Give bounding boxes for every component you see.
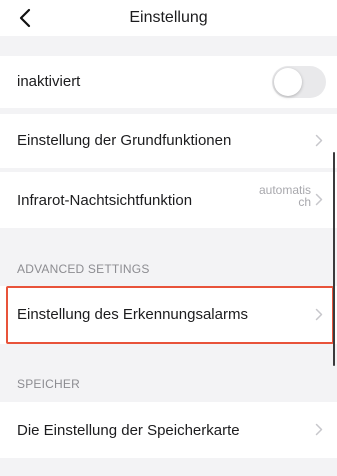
chevron-right-icon	[315, 134, 323, 147]
inactive-toggle[interactable]	[272, 66, 326, 98]
toggle-knob	[274, 68, 302, 96]
memory-card-row[interactable]: Die Einstellung der Speicherkarte	[0, 402, 337, 458]
chevron-right-icon	[315, 308, 323, 321]
detection-alarm-label: Einstellung des Erkennungsalarms	[17, 306, 248, 323]
storage-header: SPEICHER	[17, 377, 80, 391]
nav-bar: Einstellung	[0, 0, 337, 36]
page-title: Einstellung	[129, 9, 208, 26]
advanced-settings-header: ADVANCED SETTINGS	[17, 262, 150, 276]
basic-functions-label: Einstellung der Grundfunktionen	[17, 132, 232, 149]
night-vision-row[interactable]: Infrarot-Nachtsichtfunktion automatisch	[0, 172, 337, 228]
night-vision-label: Infrarot-Nachtsichtfunktion	[17, 192, 193, 209]
scrollbar[interactable]	[333, 152, 335, 366]
memory-card-label: Die Einstellung der Speicherkarte	[17, 422, 240, 439]
chevron-right-icon	[315, 423, 323, 436]
night-vision-value: automatisch	[258, 183, 311, 209]
inactive-label: inaktiviert	[17, 73, 81, 90]
detection-alarm-row[interactable]: Einstellung des Erkennungsalarms	[0, 286, 337, 344]
basic-functions-row[interactable]: Einstellung der Grundfunktionen	[0, 114, 337, 168]
chevron-right-icon	[315, 193, 323, 206]
